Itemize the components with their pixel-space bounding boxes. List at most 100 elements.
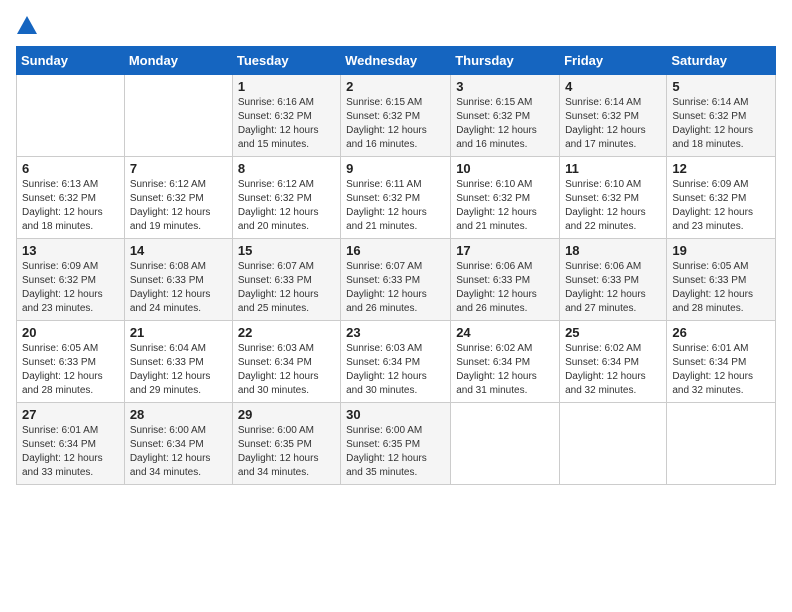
day-info: Sunrise: 6:00 AM Sunset: 6:35 PM Dayligh… <box>238 425 319 478</box>
calendar-day-cell: 1 Sunrise: 6:16 AM Sunset: 6:32 PM Daylig… <box>232 75 340 157</box>
day-number: 23 <box>346 325 445 340</box>
calendar-day-cell: 16 Sunrise: 6:07 AM Sunset: 6:33 PM Dayli… <box>341 239 451 321</box>
day-number: 11 <box>565 161 661 176</box>
day-info: Sunrise: 6:12 AM Sunset: 6:32 PM Dayligh… <box>130 179 211 232</box>
calendar-body: 1 Sunrise: 6:16 AM Sunset: 6:32 PM Daylig… <box>17 75 776 485</box>
day-number: 24 <box>456 325 554 340</box>
day-number: 16 <box>346 243 445 258</box>
calendar-day-cell: 21 Sunrise: 6:04 AM Sunset: 6:33 PM Dayli… <box>124 321 232 403</box>
day-number: 8 <box>238 161 335 176</box>
day-info: Sunrise: 6:00 AM Sunset: 6:34 PM Dayligh… <box>130 425 211 478</box>
day-number: 30 <box>346 407 445 422</box>
logo-icon <box>17 16 37 34</box>
day-info: Sunrise: 6:09 AM Sunset: 6:32 PM Dayligh… <box>22 261 103 314</box>
day-info: Sunrise: 6:05 AM Sunset: 6:33 PM Dayligh… <box>22 343 103 396</box>
day-info: Sunrise: 6:01 AM Sunset: 6:34 PM Dayligh… <box>22 425 103 478</box>
day-number: 9 <box>346 161 445 176</box>
calendar-day-cell: 28 Sunrise: 6:00 AM Sunset: 6:34 PM Dayli… <box>124 403 232 485</box>
calendar-day-cell: 30 Sunrise: 6:00 AM Sunset: 6:35 PM Dayli… <box>341 403 451 485</box>
calendar-day-cell <box>560 403 667 485</box>
day-info: Sunrise: 6:02 AM Sunset: 6:34 PM Dayligh… <box>456 343 537 396</box>
calendar-week-row: 13 Sunrise: 6:09 AM Sunset: 6:32 PM Dayli… <box>17 239 776 321</box>
calendar-day-cell: 17Sunrise: 6:06 AM Sunset: 6:33 PM Dayli… <box>451 239 560 321</box>
day-number: 29 <box>238 407 335 422</box>
day-info: Sunrise: 6:14 AM Sunset: 6:32 PM Dayligh… <box>672 97 753 150</box>
calendar-week-row: 6Sunrise: 6:13 AM Sunset: 6:32 PM Daylig… <box>17 157 776 239</box>
day-number: 20 <box>22 325 119 340</box>
day-info: Sunrise: 6:07 AM Sunset: 6:33 PM Dayligh… <box>346 261 427 314</box>
day-info: Sunrise: 6:06 AM Sunset: 6:33 PM Dayligh… <box>565 261 646 314</box>
calendar-day-cell: 4 Sunrise: 6:14 AM Sunset: 6:32 PM Daylig… <box>560 75 667 157</box>
day-number: 5 <box>672 79 770 94</box>
day-number: 14 <box>130 243 227 258</box>
calendar-day-cell: 18 Sunrise: 6:06 AM Sunset: 6:33 PM Dayli… <box>560 239 667 321</box>
calendar-week-row: 1 Sunrise: 6:16 AM Sunset: 6:32 PM Daylig… <box>17 75 776 157</box>
day-info: Sunrise: 6:01 AM Sunset: 6:34 PM Dayligh… <box>672 343 753 396</box>
calendar-day-cell: 10Sunrise: 6:10 AM Sunset: 6:32 PM Dayli… <box>451 157 560 239</box>
page-header <box>16 16 776 34</box>
calendar-header-day: Friday <box>560 47 667 75</box>
calendar-day-cell: 13 Sunrise: 6:09 AM Sunset: 6:32 PM Dayli… <box>17 239 125 321</box>
day-number: 13 <box>22 243 119 258</box>
day-info: Sunrise: 6:08 AM Sunset: 6:33 PM Dayligh… <box>130 261 211 314</box>
calendar-day-cell: 15 Sunrise: 6:07 AM Sunset: 6:33 PM Dayli… <box>232 239 340 321</box>
calendar-day-cell: 6Sunrise: 6:13 AM Sunset: 6:32 PM Daylig… <box>17 157 125 239</box>
day-info: Sunrise: 6:05 AM Sunset: 6:33 PM Dayligh… <box>672 261 753 314</box>
day-number: 7 <box>130 161 227 176</box>
calendar-header-day: Wednesday <box>341 47 451 75</box>
calendar-day-cell <box>667 403 776 485</box>
calendar-day-cell: 7 Sunrise: 6:12 AM Sunset: 6:32 PM Daylig… <box>124 157 232 239</box>
day-info: Sunrise: 6:15 AM Sunset: 6:32 PM Dayligh… <box>346 97 427 150</box>
day-number: 25 <box>565 325 661 340</box>
day-number: 27 <box>22 407 119 422</box>
day-number: 19 <box>672 243 770 258</box>
calendar-header-day: Monday <box>124 47 232 75</box>
calendar-week-row: 20 Sunrise: 6:05 AM Sunset: 6:33 PM Dayli… <box>17 321 776 403</box>
day-info: Sunrise: 6:00 AM Sunset: 6:35 PM Dayligh… <box>346 425 427 478</box>
calendar-header-day: Tuesday <box>232 47 340 75</box>
calendar-table: SundayMondayTuesdayWednesdayThursdayFrid… <box>16 46 776 485</box>
calendar-day-cell: 9 Sunrise: 6:11 AM Sunset: 6:32 PM Daylig… <box>341 157 451 239</box>
calendar-header-day: Thursday <box>451 47 560 75</box>
day-info: Sunrise: 6:13 AM Sunset: 6:32 PM Dayligh… <box>22 179 103 232</box>
calendar-day-cell: 19 Sunrise: 6:05 AM Sunset: 6:33 PM Dayli… <box>667 239 776 321</box>
day-info: Sunrise: 6:03 AM Sunset: 6:34 PM Dayligh… <box>238 343 319 396</box>
day-number: 26 <box>672 325 770 340</box>
day-number: 22 <box>238 325 335 340</box>
day-info: Sunrise: 6:14 AM Sunset: 6:32 PM Dayligh… <box>565 97 646 150</box>
calendar-week-row: 27 Sunrise: 6:01 AM Sunset: 6:34 PM Dayli… <box>17 403 776 485</box>
day-number: 17 <box>456 243 554 258</box>
calendar-day-cell: 23 Sunrise: 6:03 AM Sunset: 6:34 PM Dayli… <box>341 321 451 403</box>
calendar-day-cell: 26 Sunrise: 6:01 AM Sunset: 6:34 PM Dayli… <box>667 321 776 403</box>
day-info: Sunrise: 6:12 AM Sunset: 6:32 PM Dayligh… <box>238 179 319 232</box>
day-info: Sunrise: 6:04 AM Sunset: 6:33 PM Dayligh… <box>130 343 211 396</box>
calendar-day-cell: 11Sunrise: 6:10 AM Sunset: 6:32 PM Dayli… <box>560 157 667 239</box>
day-info: Sunrise: 6:02 AM Sunset: 6:34 PM Dayligh… <box>565 343 646 396</box>
day-number: 1 <box>238 79 335 94</box>
day-number: 4 <box>565 79 661 94</box>
day-number: 18 <box>565 243 661 258</box>
day-info: Sunrise: 6:15 AM Sunset: 6:32 PM Dayligh… <box>456 97 537 150</box>
calendar-day-cell <box>124 75 232 157</box>
calendar-day-cell: 8 Sunrise: 6:12 AM Sunset: 6:32 PM Daylig… <box>232 157 340 239</box>
day-info: Sunrise: 6:03 AM Sunset: 6:34 PM Dayligh… <box>346 343 427 396</box>
calendar-day-cell: 29 Sunrise: 6:00 AM Sunset: 6:35 PM Dayli… <box>232 403 340 485</box>
day-number: 15 <box>238 243 335 258</box>
calendar-day-cell <box>17 75 125 157</box>
calendar-day-cell: 22 Sunrise: 6:03 AM Sunset: 6:34 PM Dayli… <box>232 321 340 403</box>
calendar-day-cell: 14 Sunrise: 6:08 AM Sunset: 6:33 PM Dayli… <box>124 239 232 321</box>
day-info: Sunrise: 6:10 AM Sunset: 6:32 PM Dayligh… <box>456 179 537 232</box>
logo <box>16 16 37 34</box>
day-number: 21 <box>130 325 227 340</box>
day-number: 2 <box>346 79 445 94</box>
calendar-day-cell: 20 Sunrise: 6:05 AM Sunset: 6:33 PM Dayli… <box>17 321 125 403</box>
day-info: Sunrise: 6:11 AM Sunset: 6:32 PM Dayligh… <box>346 179 427 232</box>
day-info: Sunrise: 6:16 AM Sunset: 6:32 PM Dayligh… <box>238 97 319 150</box>
day-number: 28 <box>130 407 227 422</box>
calendar-day-cell <box>451 403 560 485</box>
calendar-header-day: Saturday <box>667 47 776 75</box>
calendar-day-cell: 27 Sunrise: 6:01 AM Sunset: 6:34 PM Dayli… <box>17 403 125 485</box>
day-info: Sunrise: 6:07 AM Sunset: 6:33 PM Dayligh… <box>238 261 319 314</box>
calendar-day-cell: 5 Sunrise: 6:14 AM Sunset: 6:32 PM Daylig… <box>667 75 776 157</box>
day-number: 12 <box>672 161 770 176</box>
